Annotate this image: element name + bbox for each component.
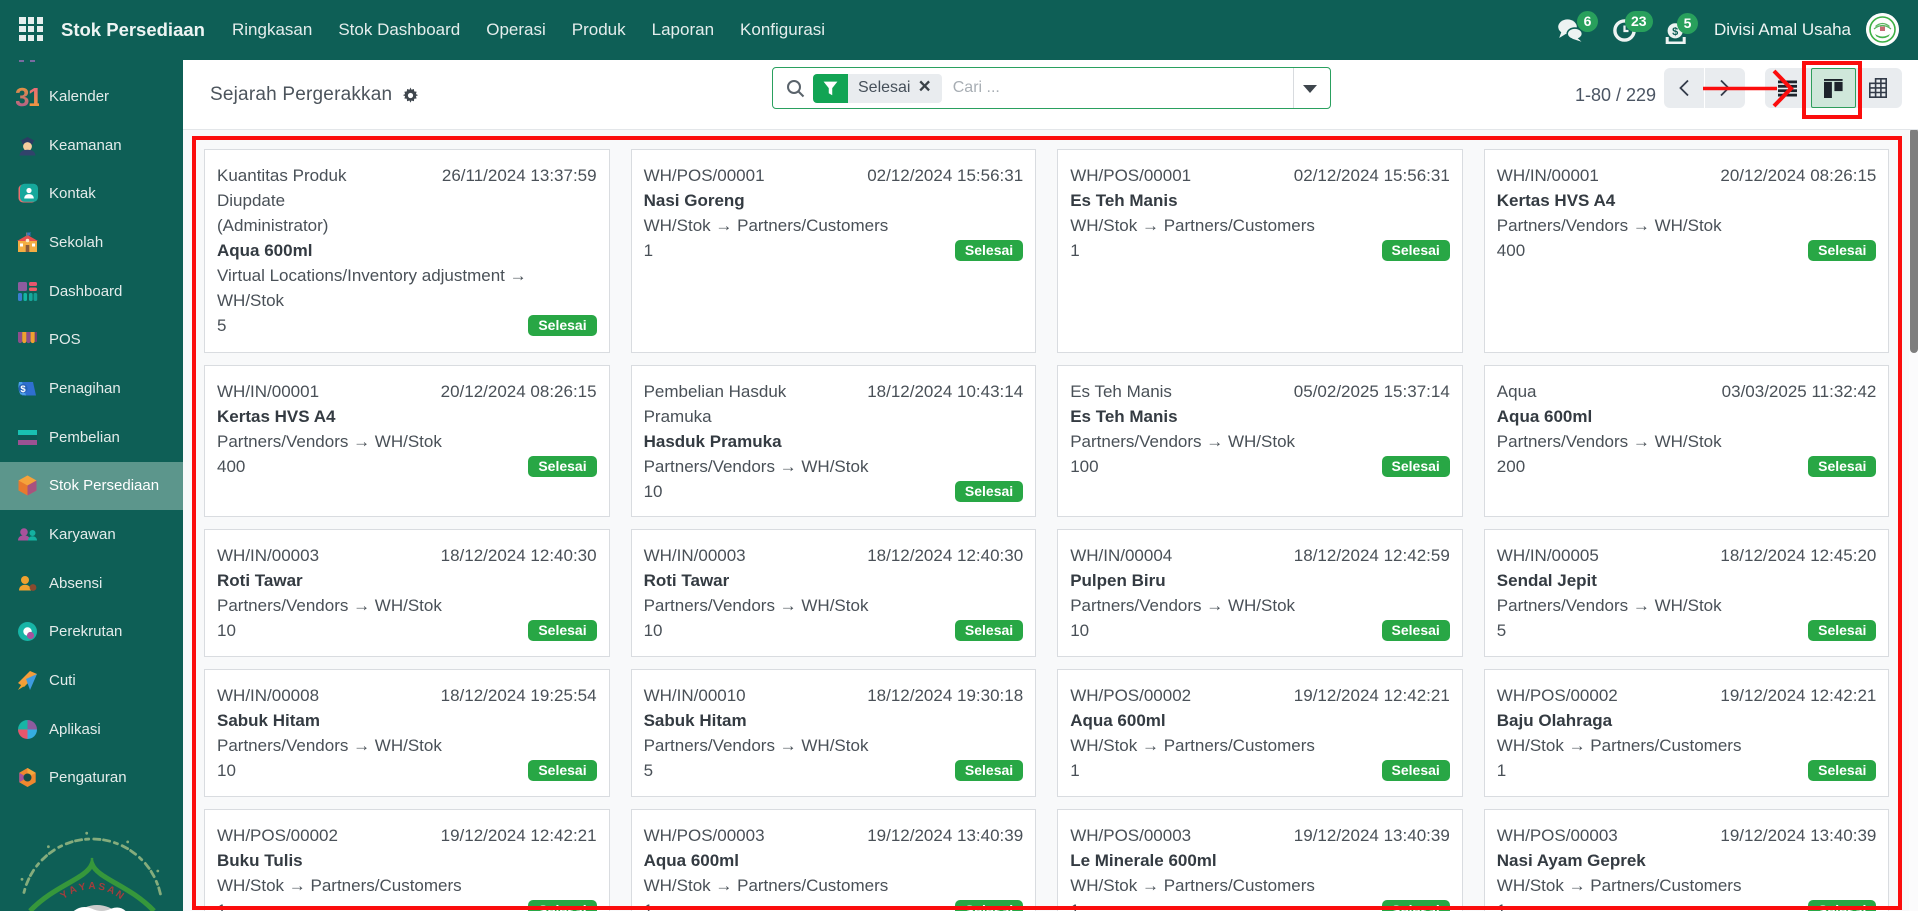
svg-text:1: 1 bbox=[28, 85, 39, 108]
svg-text:$: $ bbox=[20, 384, 26, 395]
svg-text:S: S bbox=[97, 881, 106, 893]
svg-text:A: A bbox=[88, 881, 95, 892]
svg-text:A: A bbox=[68, 884, 79, 897]
svg-text:Y: Y bbox=[78, 881, 87, 893]
svg-text:N: N bbox=[113, 889, 125, 902]
